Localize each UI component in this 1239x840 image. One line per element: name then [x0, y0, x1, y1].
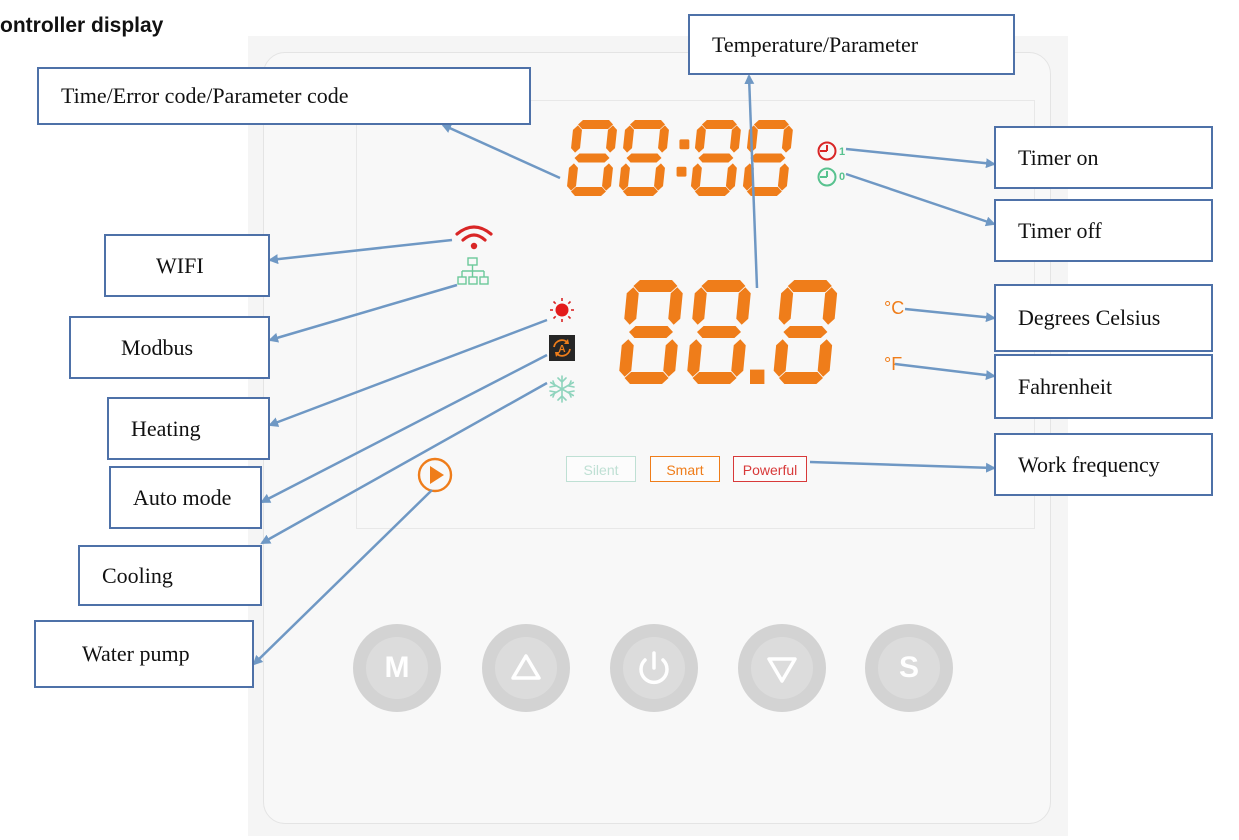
arrow-water-pump	[252, 489, 433, 666]
label-auto-mode: Auto mode	[109, 466, 262, 529]
label-heating: Heating	[107, 397, 270, 460]
label-celsius: Degrees Celsius	[994, 284, 1213, 352]
label-cooling: Cooling	[78, 545, 262, 606]
arrow-temperature	[744, 74, 759, 289]
arrow-timer-off	[845, 172, 996, 227]
arrow-fahrenheit	[894, 362, 996, 381]
arrow-work-frequency	[809, 460, 996, 473]
label-water-pump: Water pump	[34, 620, 254, 688]
label-timer-off: Timer off	[994, 199, 1213, 262]
label-timer-on: Timer on	[994, 126, 1213, 189]
label-wifi: WIFI	[104, 234, 270, 297]
arrow-modbus	[268, 283, 458, 343]
arrow-cooling	[260, 381, 548, 545]
label-modbus: Modbus	[69, 316, 270, 379]
arrow-time	[441, 123, 561, 180]
arrow-heating	[268, 318, 548, 427]
label-work-frequency: Work frequency	[994, 433, 1213, 496]
label-temperature: Temperature/Parameter	[688, 14, 1015, 75]
arrow-wifi	[268, 238, 453, 265]
label-time-error: Time/Error code/Parameter code	[37, 67, 531, 125]
label-fahrenheit: Fahrenheit	[994, 354, 1213, 419]
arrow-timer-on	[845, 147, 996, 169]
arrow-auto	[260, 353, 548, 504]
arrow-celsius	[904, 307, 996, 323]
